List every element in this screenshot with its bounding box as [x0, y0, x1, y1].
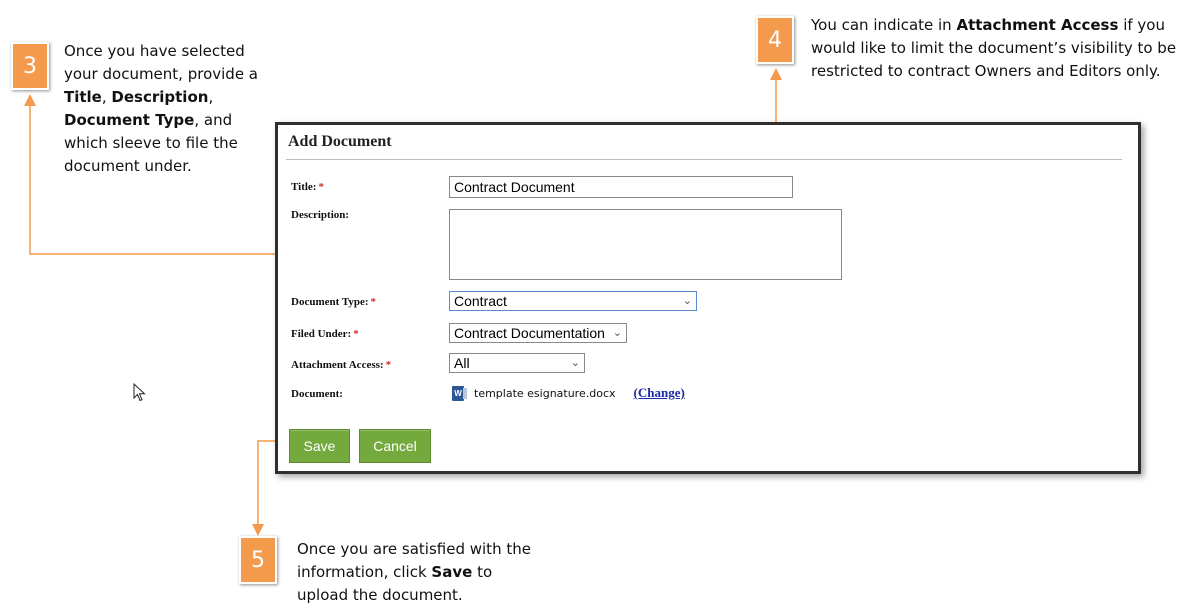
- cancel-button[interactable]: Cancel: [359, 429, 431, 463]
- description-label: Description:: [291, 209, 350, 221]
- dialog-title: Add Document: [288, 133, 392, 150]
- title-label: Title: *: [291, 181, 324, 193]
- required-marker: *: [353, 328, 359, 340]
- title-divider: [286, 159, 1122, 160]
- document-file-row: W template esignature.docx (Change): [452, 385, 685, 401]
- document-type-value: Contract: [454, 293, 507, 309]
- save-button[interactable]: Save: [289, 429, 350, 463]
- document-type-label: Document Type: *: [291, 296, 377, 308]
- chevron-down-icon: ⌄: [570, 356, 580, 369]
- mouse-pointer-icon: [133, 383, 146, 402]
- description-textarea[interactable]: [449, 209, 842, 280]
- filed-under-select[interactable]: Contract Documentation ⌄: [449, 323, 627, 343]
- required-marker: *: [370, 296, 377, 308]
- callout-5-text: Once you are satisfied with the informat…: [297, 540, 531, 604]
- document-filename: template esignature.docx: [474, 386, 616, 400]
- title-input[interactable]: Contract Document: [449, 176, 793, 198]
- callout-4-text: You can indicate in Attachment Access if…: [811, 16, 1177, 80]
- chevron-down-icon: ⌄: [682, 294, 692, 307]
- callout-5-badge: 5: [239, 536, 277, 584]
- filed-under-label: Filed Under: *: [291, 328, 359, 340]
- required-marker: *: [318, 181, 324, 193]
- chevron-down-icon: ⌄: [612, 326, 622, 339]
- required-marker: *: [385, 359, 392, 371]
- attachment-access-value: All: [454, 355, 470, 371]
- word-document-icon: W: [452, 385, 467, 401]
- callout-3-badge: 3: [11, 42, 49, 90]
- filed-under-value: Contract Documentation: [454, 325, 605, 341]
- change-document-link[interactable]: (Change): [634, 385, 685, 401]
- callout-4-badge: 4: [756, 16, 794, 64]
- document-label: Document:: [291, 388, 343, 400]
- attachment-access-select[interactable]: All ⌄: [449, 353, 585, 373]
- add-document-dialog: Add Document Title: * Contract Document D…: [275, 122, 1141, 474]
- attachment-access-label: Attachment Access: *: [291, 359, 392, 371]
- callout-3-text: Once you have selected your document, pr…: [64, 42, 259, 175]
- document-type-select[interactable]: Contract ⌄: [449, 291, 697, 311]
